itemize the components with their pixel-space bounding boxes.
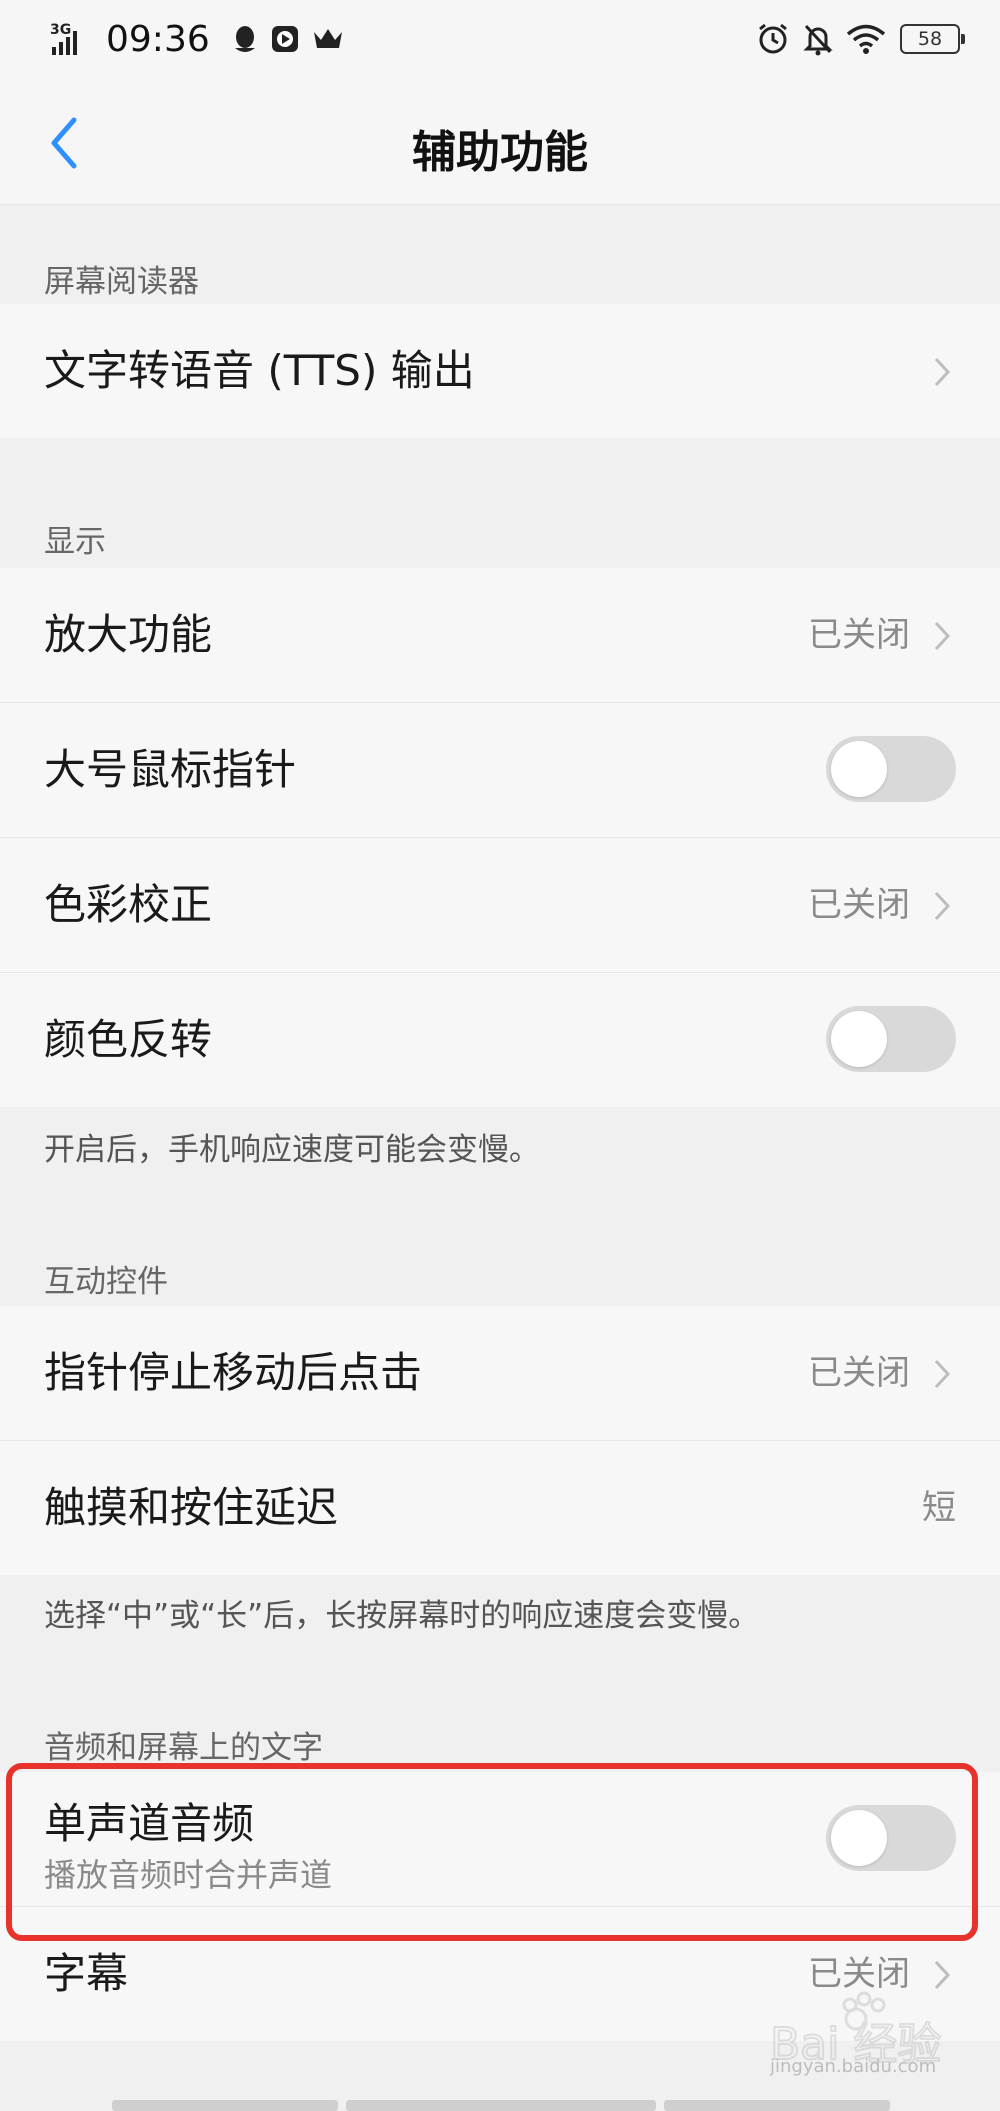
large-pointer-label: 大号鼠标指针 bbox=[44, 745, 297, 794]
dwell-click-value: 已关闭 bbox=[808, 1353, 910, 1393]
large-pointer-toggle[interactable] bbox=[826, 736, 956, 802]
toggle-knob bbox=[831, 741, 887, 797]
watermark-url: jingyan.baidu.com bbox=[770, 2056, 937, 2077]
network-type: 3G bbox=[50, 22, 71, 38]
touch-hold-delay-item[interactable]: 触摸和按住延迟 短 bbox=[0, 1441, 1000, 1575]
status-time: 09:36 bbox=[106, 18, 210, 60]
signal-icon: 3G bbox=[50, 21, 90, 57]
group-screen-reader: 文字转语音 (TTS) 输出 bbox=[0, 304, 1000, 438]
tts-output-label: 文字转语音 (TTS) 输出 bbox=[44, 346, 475, 395]
color-inversion-toggle[interactable] bbox=[826, 1006, 956, 1072]
magnification-label: 放大功能 bbox=[44, 610, 213, 659]
color-inversion-label: 颜色反转 bbox=[44, 1015, 213, 1064]
interaction-note: 选择“中”或“长”后，长按屏幕时的响应速度会变慢。 bbox=[44, 1598, 760, 1634]
chevron-right-icon bbox=[934, 357, 951, 387]
captions-label: 字幕 bbox=[44, 1949, 129, 1998]
color-correction-value: 已关闭 bbox=[808, 885, 910, 925]
alarm-icon bbox=[756, 22, 790, 56]
color-inversion-item: 颜色反转 bbox=[0, 973, 1000, 1107]
large-pointer-item: 大号鼠标指针 bbox=[0, 703, 1000, 838]
video-app-icon bbox=[270, 24, 300, 54]
chevron-right-icon bbox=[934, 1359, 951, 1389]
toggle-knob bbox=[831, 1011, 887, 1067]
mono-audio-toggle[interactable] bbox=[826, 1805, 956, 1871]
bottom-edge bbox=[0, 2100, 1000, 2111]
section-header-audio-text: 音频和屏幕上的文字 bbox=[44, 1730, 323, 1766]
toggle-knob bbox=[831, 1810, 887, 1866]
group-interaction: 指针停止移动后点击 已关闭 触摸和按住延迟 短 bbox=[0, 1306, 1000, 1575]
mono-audio-item: 单声道音频 播放音频时合并声道 bbox=[0, 1772, 1000, 1907]
section-header-interaction: 互动控件 bbox=[44, 1264, 168, 1300]
dwell-click-label: 指针停止移动后点击 bbox=[44, 1348, 423, 1397]
qq-icon bbox=[232, 24, 258, 54]
section-header-display: 显示 bbox=[44, 524, 106, 560]
display-note: 开启后，手机响应速度可能会变慢。 bbox=[44, 1132, 540, 1168]
status-bar: 3G 09:36 58 bbox=[0, 0, 1000, 78]
mono-audio-sublabel: 播放音频时合并声道 bbox=[44, 1856, 333, 1894]
wifi-icon bbox=[846, 23, 886, 55]
touch-hold-delay-value: 短 bbox=[922, 1488, 956, 1528]
dwell-click-item[interactable]: 指针停止移动后点击 已关闭 bbox=[0, 1306, 1000, 1441]
title-bar: 辅助功能 bbox=[0, 78, 1000, 205]
touch-hold-delay-label: 触摸和按住延迟 bbox=[44, 1483, 339, 1532]
chevron-right-icon bbox=[934, 891, 951, 921]
crown-icon bbox=[312, 26, 344, 52]
tts-output-item[interactable]: 文字转语音 (TTS) 输出 bbox=[0, 304, 1000, 438]
page-title: 辅助功能 bbox=[412, 127, 588, 178]
group-display: 放大功能 已关闭 大号鼠标指针 色彩校正 已关闭 颜色反转 bbox=[0, 568, 1000, 1107]
mono-audio-label: 单声道音频 bbox=[44, 1799, 255, 1848]
color-correction-item[interactable]: 色彩校正 已关闭 bbox=[0, 838, 1000, 973]
magnification-value: 已关闭 bbox=[808, 615, 910, 655]
magnification-item[interactable]: 放大功能 已关闭 bbox=[0, 568, 1000, 703]
color-correction-label: 色彩校正 bbox=[44, 880, 213, 929]
chevron-right-icon bbox=[934, 621, 951, 651]
section-header-screen-reader: 屏幕阅读器 bbox=[44, 264, 199, 300]
notifications-off-icon bbox=[802, 22, 834, 56]
battery-indicator: 58 bbox=[900, 24, 965, 54]
